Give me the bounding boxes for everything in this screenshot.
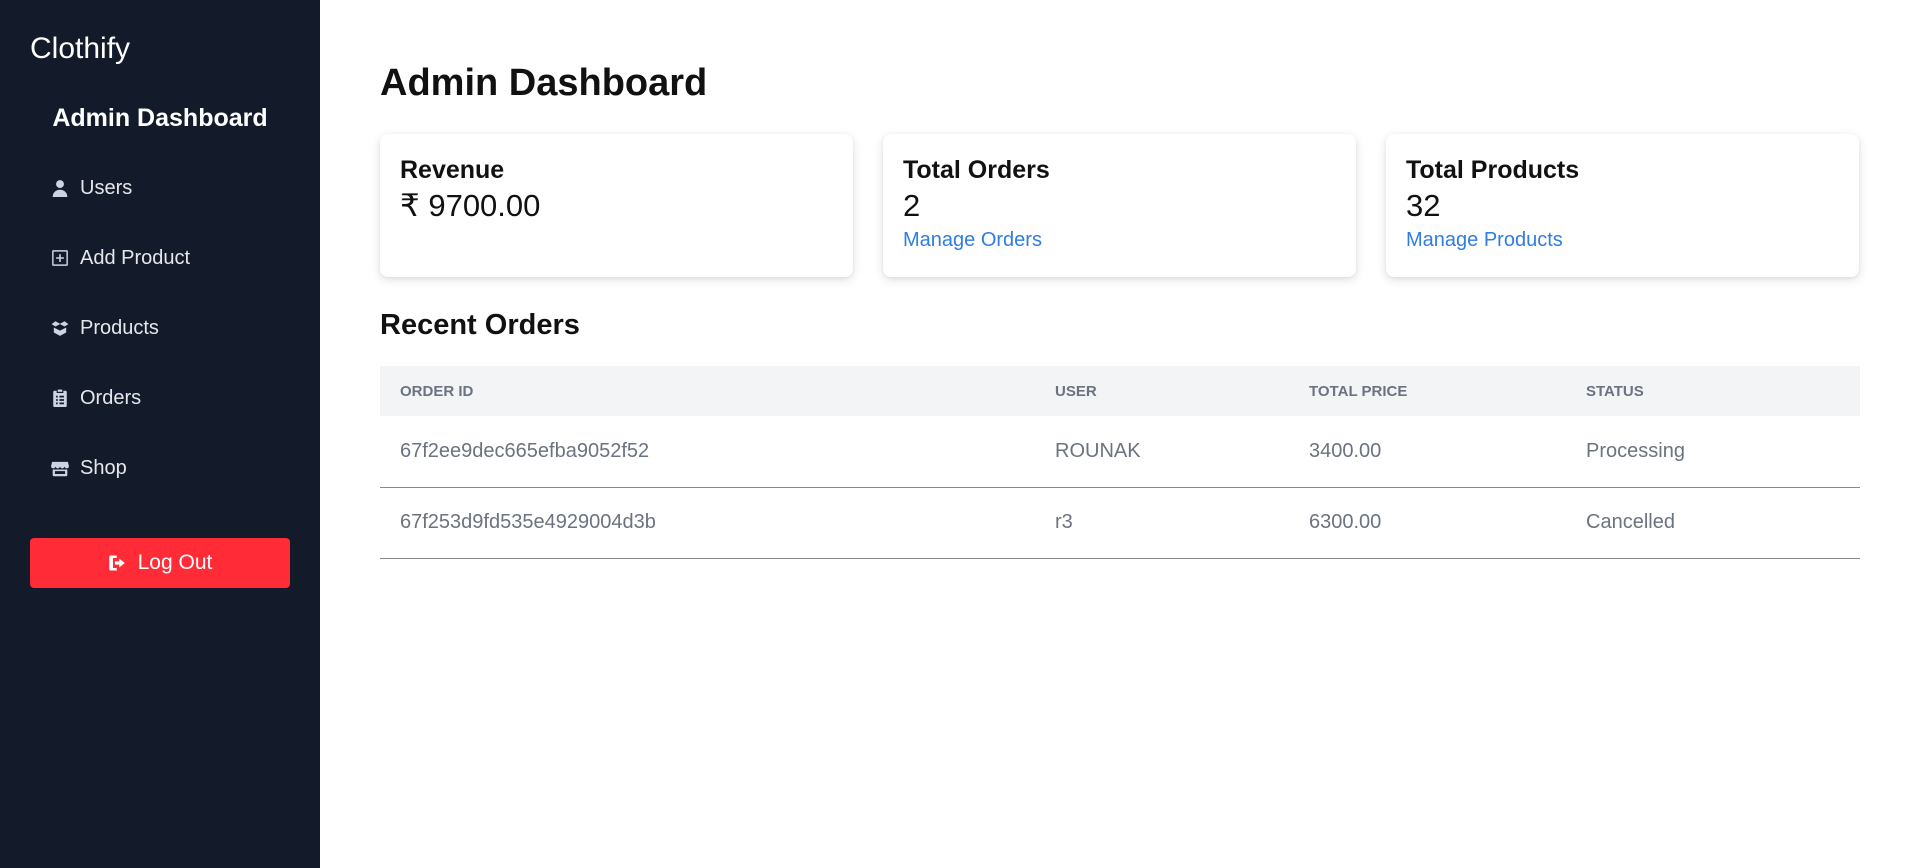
box-open-icon [50,318,70,338]
revenue-value: ₹ 9700.00 [400,188,541,223]
card-title: Total Orders [903,156,1050,184]
total-orders-card: Total Orders 2 Manage Orders [883,134,1356,277]
logout-button[interactable]: Log Out [30,538,290,588]
column-header-order-id: Order ID [400,382,474,400]
sign-out-icon [108,553,138,573]
clipboard-list-icon [50,388,70,408]
column-header-user: User [1055,382,1097,400]
sidebar: Clothify Admin Dashboard Users Add Produ… [0,0,320,868]
user-cell: ROUNAK [1035,416,1289,488]
total-price-cell: 6300.00 [1289,487,1566,559]
table-row[interactable]: 67f253d9fd535e4929004d3b r3 6300.00 Canc… [380,487,1860,559]
recent-orders-title: Recent Orders [380,309,580,341]
sidebar-item-label: Orders [80,386,142,409]
logout-label: Log Out [137,551,213,574]
manage-products-link[interactable]: Manage Products [1406,226,1563,254]
recent-orders-table: Order ID User Total Price Status 67f2ee9… [380,366,1860,559]
total-products-card: Total Products 32 Manage Products [1386,134,1859,277]
order-id-cell: 67f2ee9dec665efba9052f52 [380,416,1035,488]
plus-square-icon [50,248,70,268]
main-content: Admin Dashboard Revenue ₹ 9700.00 Total … [380,0,1860,559]
total-orders-value: 2 [903,188,921,223]
card-title: Revenue [400,156,505,184]
sidebar-item-shop[interactable]: Shop [30,433,290,503]
manage-orders-link[interactable]: Manage Orders [903,226,1042,254]
total-products-value: 32 [1406,188,1441,223]
sidebar-item-label: Shop [80,456,127,479]
sidebar-nav: Users Add Product Products Orders Shop [30,153,290,503]
sidebar-title: Admin Dashboard [52,104,268,132]
sidebar-item-label: Users [80,176,133,199]
card-title: Total Products [1406,156,1580,184]
status-cell: Processing [1566,416,1860,488]
stats-cards: Revenue ₹ 9700.00 Total Orders 2 Manage … [380,134,1860,277]
user-icon [50,178,70,198]
page-title: Admin Dashboard [380,62,708,104]
sidebar-item-users[interactable]: Users [30,153,290,223]
user-cell: r3 [1035,487,1289,559]
sidebar-item-label: Products [80,316,159,339]
table-row[interactable]: 67f2ee9dec665efba9052f52 ROUNAK 3400.00 … [380,416,1860,488]
column-header-total-price: Total Price [1309,382,1408,400]
revenue-card: Revenue ₹ 9700.00 [380,134,853,277]
sidebar-item-add-product[interactable]: Add Product [30,223,290,293]
column-header-status: Status [1586,382,1644,400]
total-price-cell: 3400.00 [1289,416,1566,488]
sidebar-item-orders[interactable]: Orders [30,363,290,433]
order-id-cell: 67f253d9fd535e4929004d3b [380,487,1035,559]
status-cell: Cancelled [1566,487,1860,559]
brand-logo[interactable]: Clothify [30,0,290,83]
table-header-row: Order ID User Total Price Status [380,366,1860,416]
sidebar-item-label: Add Product [80,246,191,269]
store-icon [50,458,70,478]
sidebar-item-products[interactable]: Products [30,293,290,363]
